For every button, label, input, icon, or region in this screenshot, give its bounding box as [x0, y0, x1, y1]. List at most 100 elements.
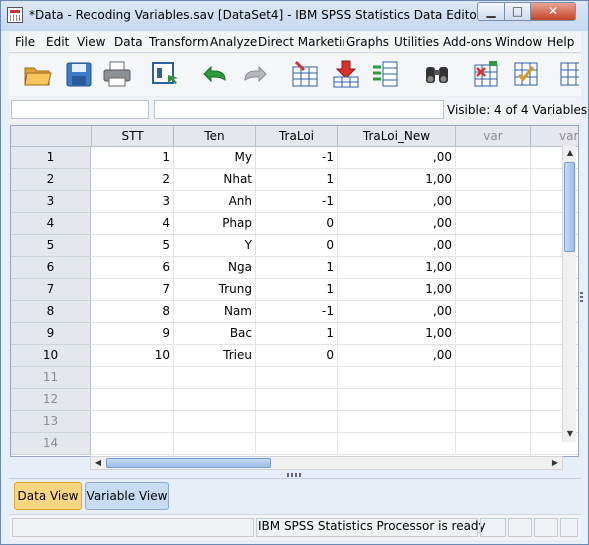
cell-traloi[interactable]: [256, 411, 338, 433]
cell-stt[interactable]: 1: [92, 147, 174, 169]
cell-ten[interactable]: Trung: [174, 279, 256, 301]
menu-edit[interactable]: Edit: [46, 35, 69, 49]
cell-traloi-new[interactable]: ,00: [338, 301, 456, 323]
cell-stt[interactable]: [92, 367, 174, 389]
variables-icon[interactable]: [371, 59, 401, 89]
cell-stt[interactable]: 8: [92, 301, 174, 323]
cell-traloi[interactable]: [256, 389, 338, 411]
cell-ten[interactable]: Bac: [174, 323, 256, 345]
cell-ten[interactable]: Nga: [174, 257, 256, 279]
cell-empty-var[interactable]: [456, 191, 531, 213]
row-header[interactable]: 2: [11, 169, 91, 191]
row-header[interactable]: 8: [11, 301, 91, 323]
menu-help[interactable]: Help: [547, 35, 574, 49]
cell-ten[interactable]: Y: [174, 235, 256, 257]
cell-empty-var[interactable]: [456, 147, 531, 169]
title-bar[interactable]: *Data - Recoding Variables.sav [DataSet4…: [1, 1, 588, 31]
menu-analyze[interactable]: Analyze: [210, 35, 257, 49]
insert-cases-icon[interactable]: [471, 59, 501, 89]
cell-empty-var[interactable]: [456, 323, 531, 345]
cell-traloi[interactable]: -1: [256, 301, 338, 323]
cell-traloi-new[interactable]: 1,00: [338, 323, 456, 345]
cell-ten[interactable]: Nhat: [174, 169, 256, 191]
column-header-stt[interactable]: STT: [92, 126, 174, 147]
cell-traloi[interactable]: 0: [256, 213, 338, 235]
horizontal-scrollbar[interactable]: ◀ ▶: [90, 456, 563, 470]
minimize-button[interactable]: ▁: [477, 2, 505, 21]
row-header[interactable]: 9: [11, 323, 91, 345]
row-header[interactable]: 14: [11, 433, 91, 455]
cell-empty-var[interactable]: [456, 367, 531, 389]
save-icon[interactable]: [64, 59, 94, 89]
go-to-variable-icon[interactable]: [331, 59, 361, 89]
cell-traloi[interactable]: [256, 367, 338, 389]
row-header[interactable]: 12: [11, 389, 91, 411]
cell-traloi[interactable]: 1: [256, 323, 338, 345]
cell-traloi[interactable]: -1: [256, 191, 338, 213]
menu-data[interactable]: Data: [114, 35, 143, 49]
scroll-down-icon[interactable]: ▼: [563, 427, 577, 441]
cell-ten[interactable]: [174, 367, 256, 389]
row-header[interactable]: 6: [11, 257, 91, 279]
row-header[interactable]: 3: [11, 191, 91, 213]
print-icon[interactable]: [102, 59, 132, 89]
cell-traloi[interactable]: 1: [256, 169, 338, 191]
row-header[interactable]: 4: [11, 213, 91, 235]
cell-stt[interactable]: 5: [92, 235, 174, 257]
cell-empty-var[interactable]: [456, 257, 531, 279]
vertical-scroll-thumb[interactable]: [564, 162, 575, 252]
cell-empty-var[interactable]: [456, 213, 531, 235]
split-file-icon[interactable]: [557, 59, 579, 89]
cell-stt[interactable]: [92, 411, 174, 433]
cell-ten[interactable]: Phap: [174, 213, 256, 235]
row-header[interactable]: 10: [11, 345, 91, 367]
cell-traloi-new[interactable]: [338, 433, 456, 455]
horizontal-scroll-thumb[interactable]: [106, 458, 271, 468]
row-header[interactable]: 11: [11, 367, 91, 389]
cell-ten[interactable]: [174, 411, 256, 433]
dialog-recall-icon[interactable]: [150, 59, 180, 89]
menu-file[interactable]: File: [15, 35, 35, 49]
open-folder-icon[interactable]: [23, 59, 53, 89]
redo-icon[interactable]: [239, 59, 269, 89]
cell-stt[interactable]: 2: [92, 169, 174, 191]
cell-traloi-new[interactable]: ,00: [338, 191, 456, 213]
cell-reference-field[interactable]: [11, 100, 149, 119]
cell-stt[interactable]: 10: [92, 345, 174, 367]
cell-ten[interactable]: My: [174, 147, 256, 169]
cell-traloi[interactable]: 1: [256, 257, 338, 279]
menu-window[interactable]: Window: [495, 35, 542, 49]
row-header[interactable]: 1: [11, 147, 91, 169]
cell-empty-var[interactable]: [456, 235, 531, 257]
cell-empty-var[interactable]: [456, 279, 531, 301]
cell-traloi-new[interactable]: 1,00: [338, 169, 456, 191]
menu-graphs[interactable]: Graphs: [346, 35, 389, 49]
cell-traloi-new[interactable]: ,00: [338, 147, 456, 169]
cell-empty-var[interactable]: [456, 345, 531, 367]
tab-variable-view[interactable]: Variable View: [85, 482, 169, 510]
cell-traloi[interactable]: -1: [256, 147, 338, 169]
cell-traloi[interactable]: [256, 433, 338, 455]
menu-transform[interactable]: Transform: [149, 35, 209, 49]
find-icon[interactable]: [422, 59, 452, 89]
row-header[interactable]: 5: [11, 235, 91, 257]
cell-stt[interactable]: 4: [92, 213, 174, 235]
cell-traloi-new[interactable]: [338, 389, 456, 411]
menu-add-ons[interactable]: Add-ons: [443, 35, 492, 49]
cell-traloi-new[interactable]: ,00: [338, 235, 456, 257]
cell-stt[interactable]: 6: [92, 257, 174, 279]
cell-traloi[interactable]: 0: [256, 235, 338, 257]
cell-ten[interactable]: [174, 389, 256, 411]
cell-stt[interactable]: [92, 433, 174, 455]
row-header[interactable]: 7: [11, 279, 91, 301]
undo-icon[interactable]: [201, 59, 231, 89]
cell-empty-var[interactable]: [456, 411, 531, 433]
column-header-var[interactable]: var: [456, 126, 531, 147]
vertical-scrollbar[interactable]: ▲ ▼: [562, 146, 576, 442]
column-header-ten[interactable]: Ten: [174, 126, 256, 147]
cell-traloi-new[interactable]: [338, 367, 456, 389]
cell-traloi[interactable]: 1: [256, 279, 338, 301]
cell-stt[interactable]: [92, 389, 174, 411]
cell-empty-var[interactable]: [456, 433, 531, 455]
cell-traloi-new[interactable]: 1,00: [338, 279, 456, 301]
